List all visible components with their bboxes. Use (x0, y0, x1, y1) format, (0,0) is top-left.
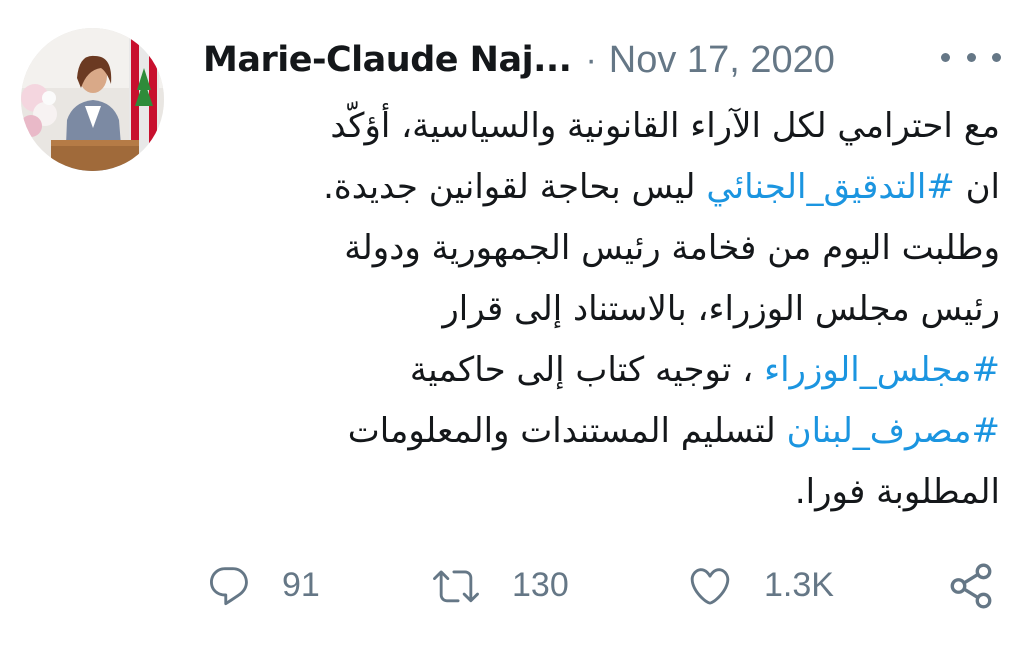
hashtag-link[interactable]: #مجلس_الوزراء (764, 350, 1000, 390)
header-separator: · (585, 40, 597, 79)
tweet-text-line: #مصرف_لبنان لتسليم المستندات والمعلومات (215, 401, 1000, 462)
tweet-actions: 91 130 1.3K (0, 553, 1036, 618)
reply-button[interactable]: 91 (206, 553, 320, 618)
retweet-button[interactable]: 130 (430, 553, 569, 618)
tweet-text-segment: مع احترامي لكل الآراء القانونية والسياسي… (330, 106, 1000, 146)
tweet-text-segment: رئيس مجلس الوزراء، بالاستناد إلى قرار (442, 289, 1000, 329)
tweet-text-line: رئيس مجلس الوزراء، بالاستناد إلى قرار (215, 279, 1000, 340)
tweet-text-line: وطلبت اليوم من فخامة رئيس الجمهورية ودول… (215, 218, 1000, 279)
tweet-text-line: المطلوبة فورا. (215, 462, 1000, 523)
heart-icon (686, 563, 734, 609)
more-options-icon[interactable] (941, 43, 1001, 71)
more-dot (966, 52, 976, 62)
tweet-text-segment: وطلبت اليوم من فخامة رئيس الجمهورية ودول… (344, 228, 1000, 268)
hashtag-link[interactable]: #مصرف_لبنان (787, 411, 1000, 451)
share-button[interactable] (946, 553, 996, 618)
like-button[interactable]: 1.3K (686, 553, 834, 618)
tweet-text-segment: لتسليم المستندات والمعلومات (347, 411, 787, 451)
tweet-text-line: مع احترامي لكل الآراء القانونية والسياسي… (215, 96, 1000, 157)
tweet-header: Marie-Claude Naj... · Nov 17, 2020 (203, 30, 1003, 90)
hashtag-link[interactable]: #التدقيق_الجنائي (706, 167, 954, 207)
reply-count: 91 (282, 566, 320, 604)
tweet-card: Marie-Claude Naj... · Nov 17, 2020 مع اح… (0, 0, 1036, 647)
reply-icon (206, 563, 252, 609)
tweet-text: مع احترامي لكل الآراء القانونية والسياسي… (215, 96, 1000, 523)
tweet-text-segment: ليس بحاجة لقوانين جديدة. (323, 167, 707, 207)
tweet-text-segment: ، توجيه كتاب إلى حاكمية (409, 350, 765, 390)
tweet-text-segment: ان (954, 167, 1000, 207)
avatar[interactable] (21, 28, 164, 171)
more-dot (992, 52, 1001, 62)
tweet-text-line: #مجلس_الوزراء ، توجيه كتاب إلى حاكمية (215, 340, 1000, 401)
author-name[interactable]: Marie-Claude Naj... (203, 40, 572, 80)
share-icon (946, 561, 996, 611)
retweet-icon (430, 563, 482, 609)
like-count: 1.3K (764, 566, 834, 604)
tweet-text-line: ان #التدقيق_الجنائي ليس بحاجة لقوانين جد… (215, 157, 1000, 218)
tweet-text-segment: المطلوبة فورا. (794, 472, 1000, 512)
more-dot (941, 52, 950, 62)
tweet-date[interactable]: Nov 17, 2020 (609, 39, 835, 82)
retweet-count: 130 (512, 566, 569, 604)
